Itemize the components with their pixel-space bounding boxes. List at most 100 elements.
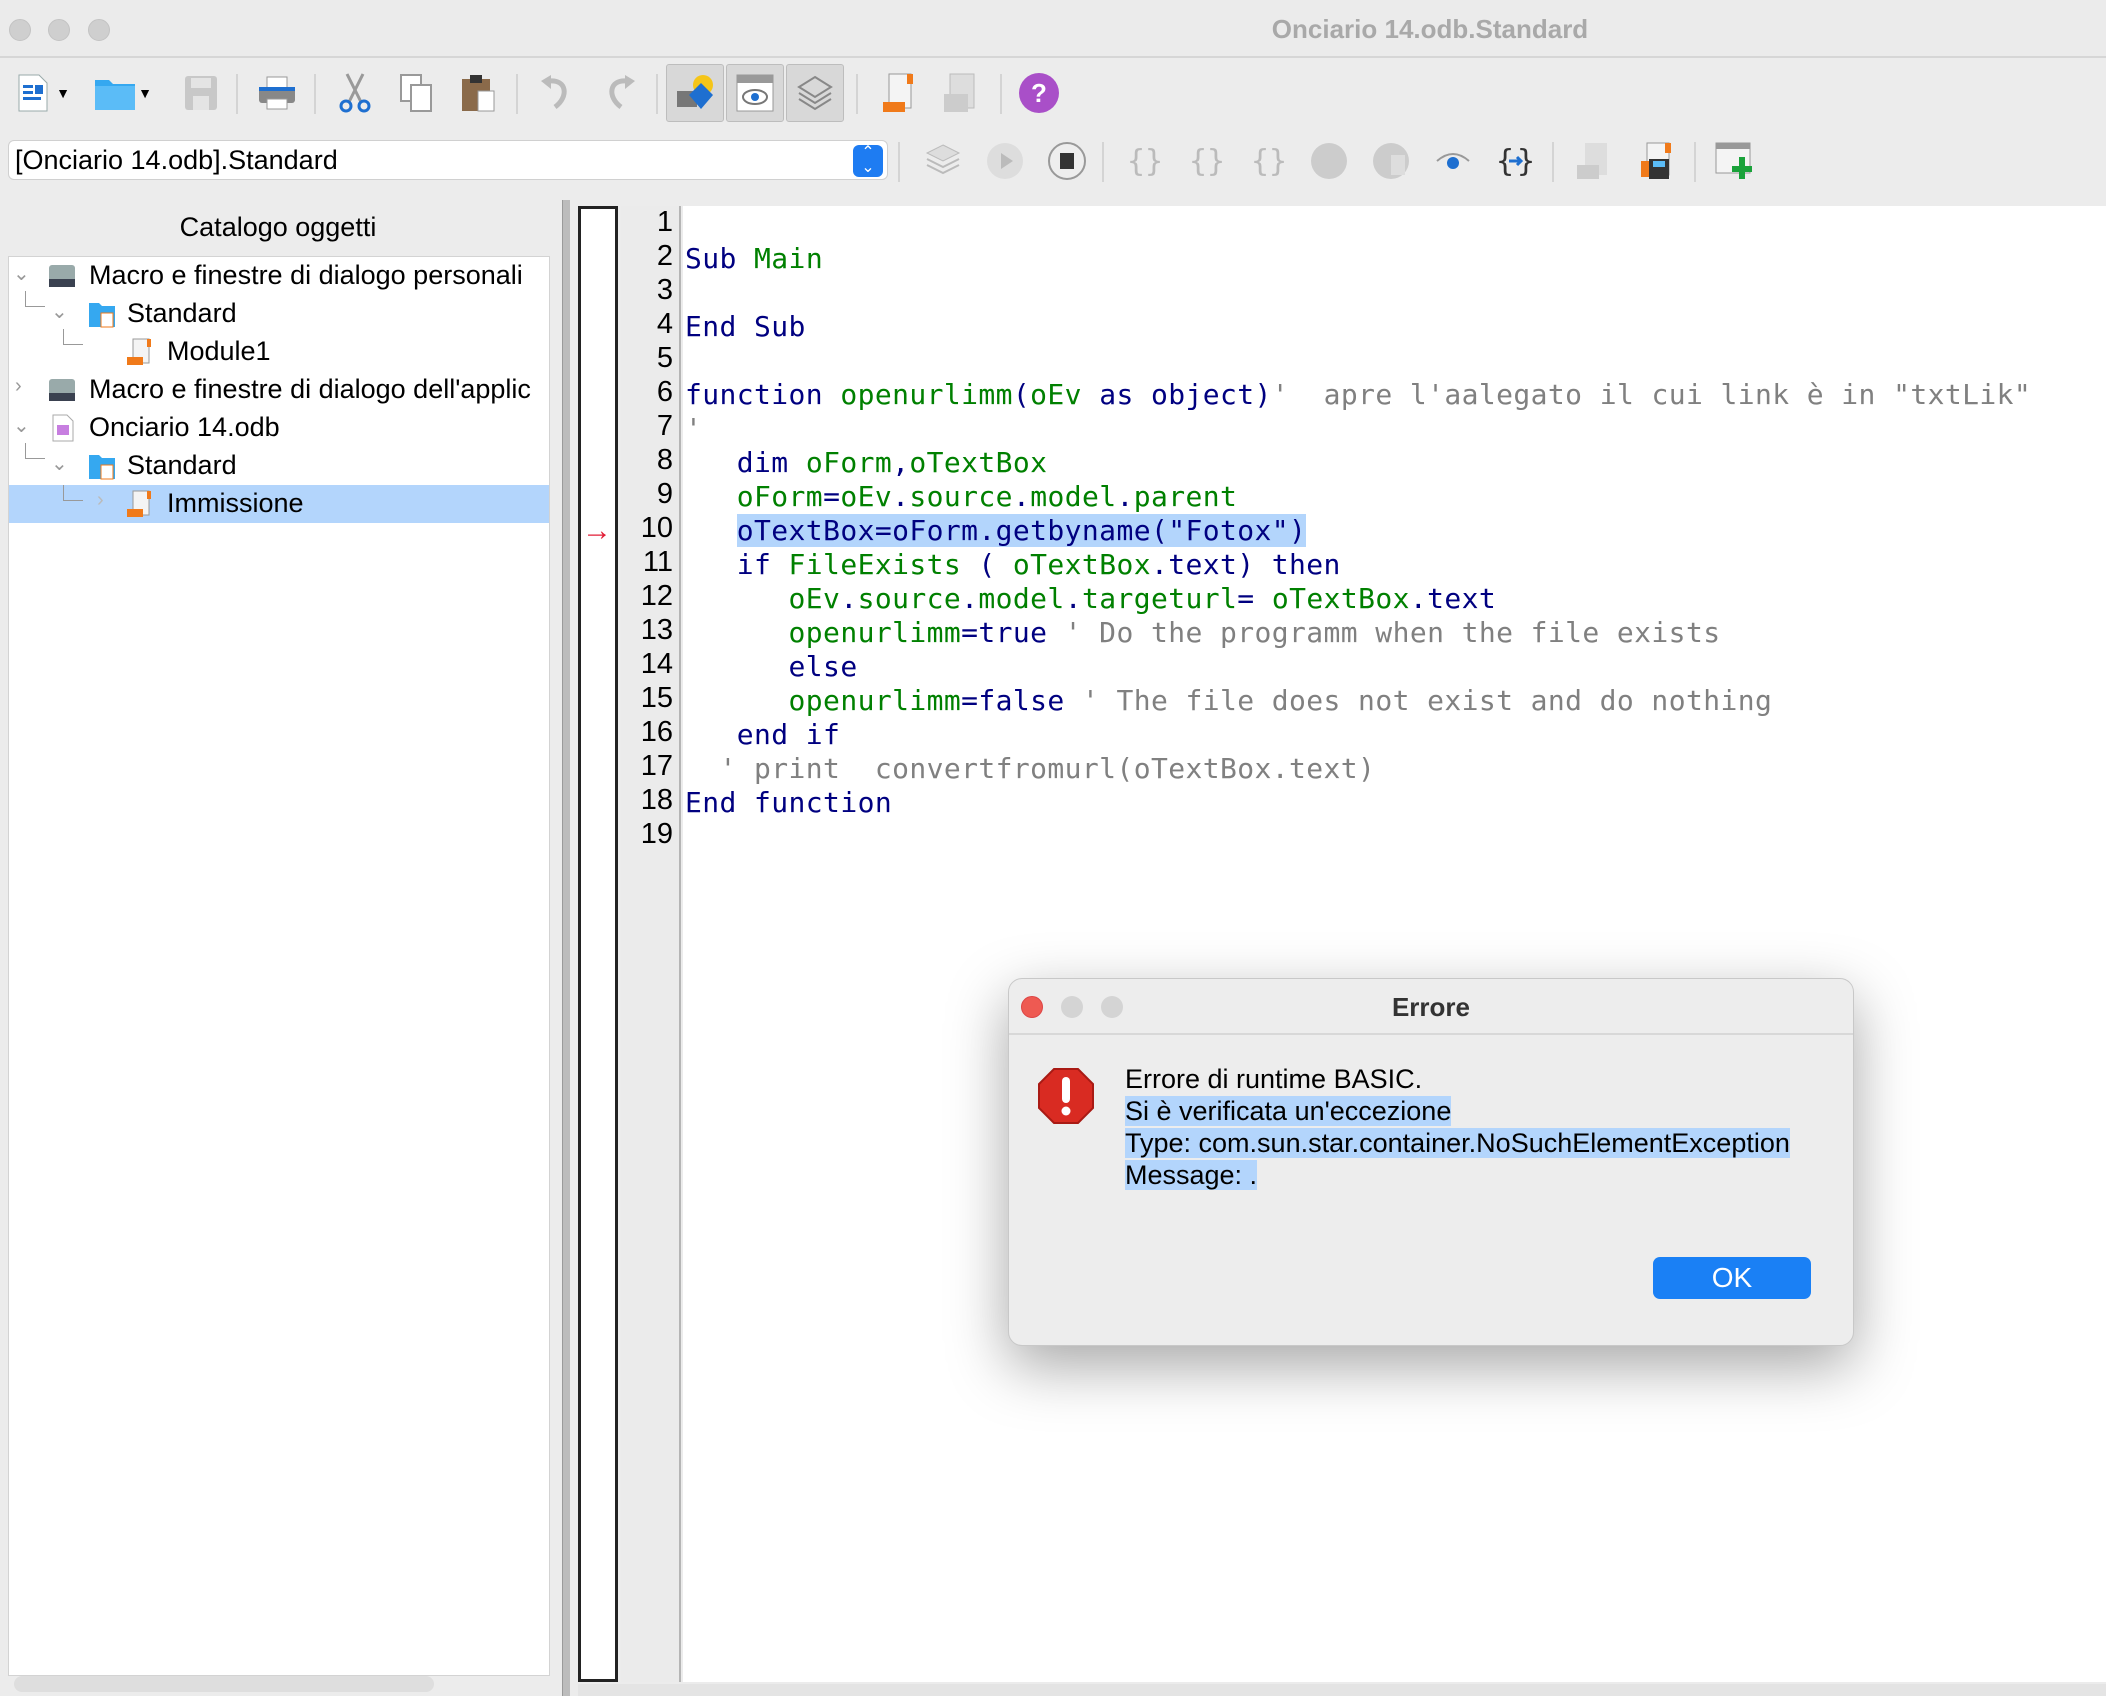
manage-dialogs-button[interactable]	[932, 64, 990, 122]
error-dialog: Errore Errore di runtime BASIC. Si è ver…	[1008, 978, 1854, 1346]
insert-controls-button[interactable]	[1710, 136, 1760, 186]
stop-button[interactable]	[1042, 136, 1092, 186]
chevron-down-icon[interactable]: ⌄	[13, 413, 30, 438]
toolbar-separator	[314, 74, 316, 114]
code-editor[interactable]: Sub Main End Sub function openurlimm(oEv a…	[683, 206, 2106, 1682]
compile-button[interactable]	[918, 136, 968, 186]
chevron-down-icon[interactable]: ⌄	[13, 261, 30, 286]
step-over-button[interactable]: {}	[1180, 136, 1230, 186]
toolbar-separator	[656, 74, 658, 114]
chevron-down-icon[interactable]: ⌄	[51, 299, 68, 324]
code-line[interactable]: Sub Main	[685, 242, 823, 275]
toolbar-separator	[856, 74, 858, 114]
code-identifier: openurlimm	[788, 684, 962, 717]
code-line[interactable]: openurlimm=false ' The file does not exi…	[685, 684, 1772, 717]
step-into-icon: {}	[1127, 144, 1163, 179]
tree-item[interactable]: ⌄ Macro e finestre di dialogo personali	[9, 257, 549, 295]
code-comment: ' print convertfromurl(oTextBox.text)	[685, 752, 1376, 785]
tree-item-selected[interactable]: › Immissione	[9, 485, 549, 523]
code-keyword: .	[961, 582, 979, 615]
code-keyword: ,	[892, 446, 910, 479]
code-line[interactable]: End Sub	[685, 310, 806, 343]
svg-text:?: ?	[1031, 78, 1047, 108]
panel-splitter[interactable]	[562, 200, 570, 1696]
breakpoint-button[interactable]	[1304, 136, 1354, 186]
tree-item[interactable]: › Macro e finestre di dialogo dell'appli…	[9, 371, 549, 409]
drive-icon	[49, 379, 75, 401]
drive-icon	[49, 265, 75, 287]
tree-item[interactable]: ⌄ Onciario 14.odb	[9, 409, 549, 447]
breakpoint-gutter[interactable]	[578, 206, 618, 1682]
run-button[interactable]	[980, 136, 1030, 186]
export-basic-button[interactable]	[1632, 136, 1682, 186]
code-identifier: source	[857, 582, 962, 615]
paste-button[interactable]	[450, 64, 508, 122]
copy-icon	[400, 74, 432, 112]
library-selector-value: [Onciario 14.odb].Standard	[15, 145, 338, 175]
undo-button[interactable]	[528, 64, 586, 122]
code-line[interactable]: ' print convertfromurl(oTextBox.text)	[685, 752, 1375, 785]
code-line[interactable]: function openurlimm(oEv as object)' apre…	[685, 378, 2031, 411]
cut-button[interactable]	[326, 64, 384, 122]
chevron-right-icon[interactable]: ›	[15, 375, 22, 398]
select-module-button[interactable]	[870, 64, 928, 122]
enable-watch-button[interactable]	[1428, 136, 1478, 186]
tree-item[interactable]: ⌄ Standard	[9, 295, 549, 333]
chevron-right-icon[interactable]: ›	[97, 489, 104, 512]
find-parentheses-button[interactable]: {}	[1490, 136, 1540, 186]
tree-item-label: Standard	[127, 450, 237, 480]
chevron-down-icon[interactable]: ⌄	[51, 451, 68, 476]
code-line[interactable]: oTextBox=oForm.getbyname("Fotox")	[685, 514, 1307, 547]
code-keyword	[685, 514, 737, 547]
toolbar-separator	[236, 74, 238, 114]
redo-button[interactable]	[590, 64, 648, 122]
new-document-dropdown[interactable]: ▼	[52, 64, 74, 122]
import-basic-button[interactable]	[1570, 136, 1620, 186]
sidebar-horizontal-scrollbar[interactable]	[14, 1676, 434, 1692]
code-line[interactable]: '	[685, 412, 702, 445]
editor-horizontal-scrollbar[interactable]	[578, 1684, 2106, 1696]
save-button[interactable]	[172, 64, 230, 122]
dialog-message: Errore di runtime BASIC. Si è verificata…	[1125, 1063, 1790, 1191]
library-selector[interactable]: [Onciario 14.odb].Standard ⌃ ⌄	[8, 140, 888, 180]
paste-icon	[462, 75, 495, 112]
print-button[interactable]	[248, 64, 306, 122]
watch-window-button[interactable]	[726, 64, 784, 122]
library-folder-icon	[89, 303, 115, 328]
step-into-button[interactable]: {}	[1118, 136, 1168, 186]
code-line[interactable]: if FileExists ( oTextBox.text) then	[685, 548, 1341, 581]
help-icon: ?	[1019, 73, 1059, 113]
code-keyword: (	[1012, 378, 1031, 411]
step-out-button[interactable]: {}	[1242, 136, 1292, 186]
code-line[interactable]: oForm=oEv.source.model.parent	[685, 480, 1237, 513]
layers-icon	[797, 75, 833, 111]
stack-window-button[interactable]	[786, 64, 844, 122]
code-line[interactable]: end if	[685, 718, 840, 751]
step-out-icon: {}	[1251, 144, 1287, 179]
help-button[interactable]: ?	[1010, 64, 1068, 122]
code-keyword: =true	[961, 616, 1065, 649]
code-line[interactable]: openurlimm=true ' Do the programm when t…	[685, 616, 1721, 649]
tree-item[interactable]: ⌄ Standard	[9, 447, 549, 485]
undo-icon	[541, 75, 567, 110]
code-identifier: oTextBox	[1271, 582, 1410, 615]
tree-item[interactable]: Module1	[9, 333, 549, 371]
tree-item-label: Onciario 14.odb	[89, 412, 280, 442]
code-identifier: openurlimm	[840, 378, 1013, 411]
code-line[interactable]: dim oForm,oTextBox	[685, 446, 1047, 479]
open-dropdown[interactable]: ▼	[134, 64, 156, 122]
code-line[interactable]: else	[685, 650, 858, 683]
code-line[interactable]: End function	[685, 786, 892, 819]
line-number: 12	[640, 580, 673, 612]
code-keyword	[685, 480, 737, 513]
copy-button[interactable]	[388, 64, 446, 122]
object-catalog-panel: Catalogo oggetti ⌄ Macro e finestre di d…	[0, 200, 560, 1696]
line-number-gutter: 1 2 3 4 5 6 7 8 9 10 11 12 13 14 15 16 17 18 19	[621, 206, 681, 1682]
object-catalog-button[interactable]	[666, 64, 724, 122]
ok-button[interactable]: OK	[1653, 1257, 1811, 1299]
code-line[interactable]: oEv.source.model.targeturl= oTextBox.tex…	[685, 582, 1496, 615]
code-keyword: .	[840, 582, 858, 615]
toolbar-separator	[1552, 142, 1554, 182]
line-number: 11	[642, 546, 673, 578]
manage-breakpoints-button[interactable]	[1366, 136, 1416, 186]
